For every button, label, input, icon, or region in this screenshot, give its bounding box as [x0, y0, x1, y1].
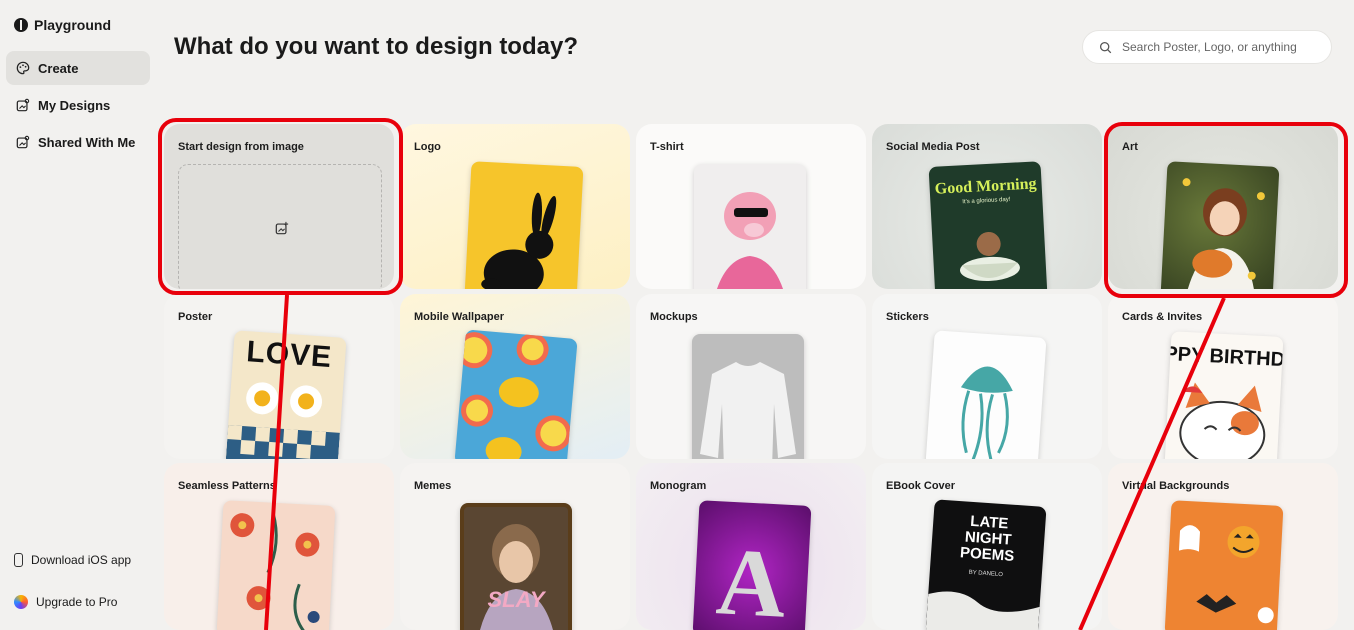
annotation-line-left [264, 294, 289, 630]
annotation-line-right [1078, 297, 1226, 630]
annotation-arrows [264, 294, 1226, 630]
